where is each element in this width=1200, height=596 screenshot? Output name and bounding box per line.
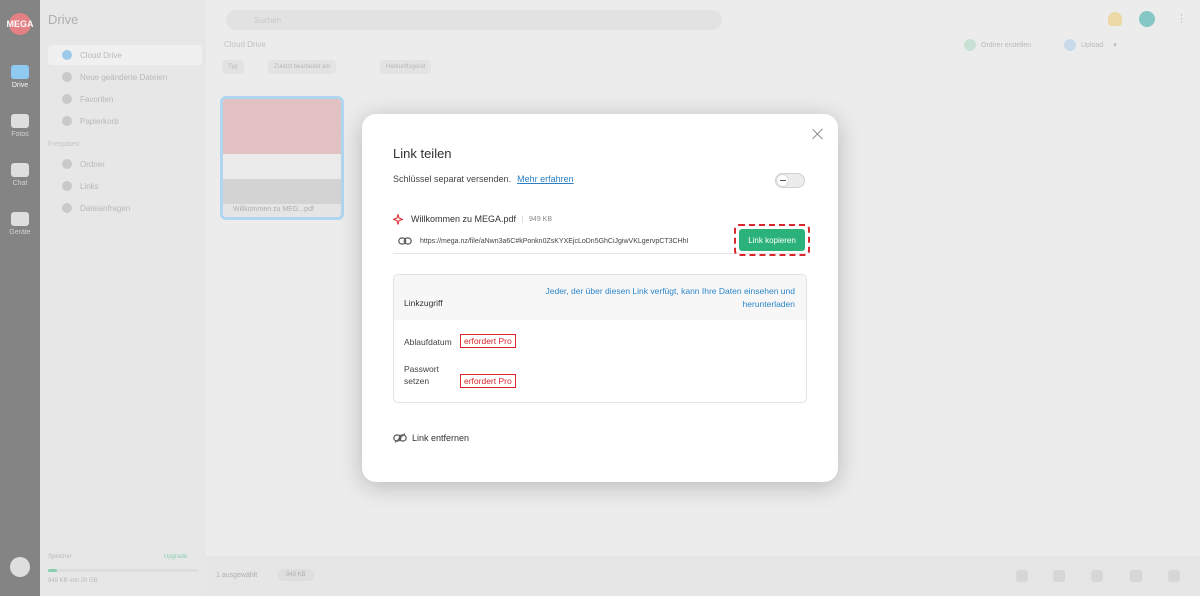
file-size: 949 KB	[522, 215, 552, 223]
dialog-title: Link teilen	[393, 146, 452, 161]
link-access-panel: Linkzugriff Jeder, der über diesen Link …	[393, 274, 807, 403]
copy-link-button[interactable]: Link kopieren	[739, 229, 805, 251]
link-access-description: Jeder, der über diesen Link verfügt, kan…	[545, 286, 795, 309]
key-separate-toggle[interactable]	[775, 173, 805, 188]
password-label: Passwort setzen	[404, 364, 439, 386]
link-access-label: Linkzugriff	[404, 298, 443, 308]
file-name: Willkommen zu MEGA.pdf	[411, 214, 517, 224]
key-separate-text: Schlüssel separat versenden.	[393, 174, 512, 184]
remove-link-label: Link entfernen	[412, 433, 470, 443]
unlink-icon	[393, 433, 407, 443]
password-pro-badge[interactable]: erfordert Pro	[460, 374, 516, 388]
learn-more-link[interactable]: Mehr erfahren	[517, 174, 574, 184]
close-icon[interactable]	[810, 126, 826, 142]
link-access-header: Linkzugriff Jeder, der über diesen Link …	[394, 275, 806, 320]
copy-button-highlight: Link kopieren	[734, 224, 810, 256]
key-separate-row: Schlüssel separat versenden. Mehr erfahr…	[393, 174, 574, 184]
remove-link-button[interactable]: Link entfernen	[393, 433, 469, 443]
link-url[interactable]: https://mega.nz/file/aNwn3a6C#kPonkn0ZsK…	[420, 238, 688, 245]
link-icon	[398, 237, 412, 245]
expiry-pro-badge[interactable]: erfordert Pro	[460, 334, 516, 348]
pdf-icon	[393, 213, 403, 225]
share-link-dialog: Link teilen Schlüssel separat versenden.…	[362, 114, 838, 482]
file-row: Willkommen zu MEGA.pdf 949 KB	[393, 212, 552, 226]
minus-icon	[780, 180, 786, 182]
expiry-label: Ablaufdatum	[404, 337, 452, 347]
